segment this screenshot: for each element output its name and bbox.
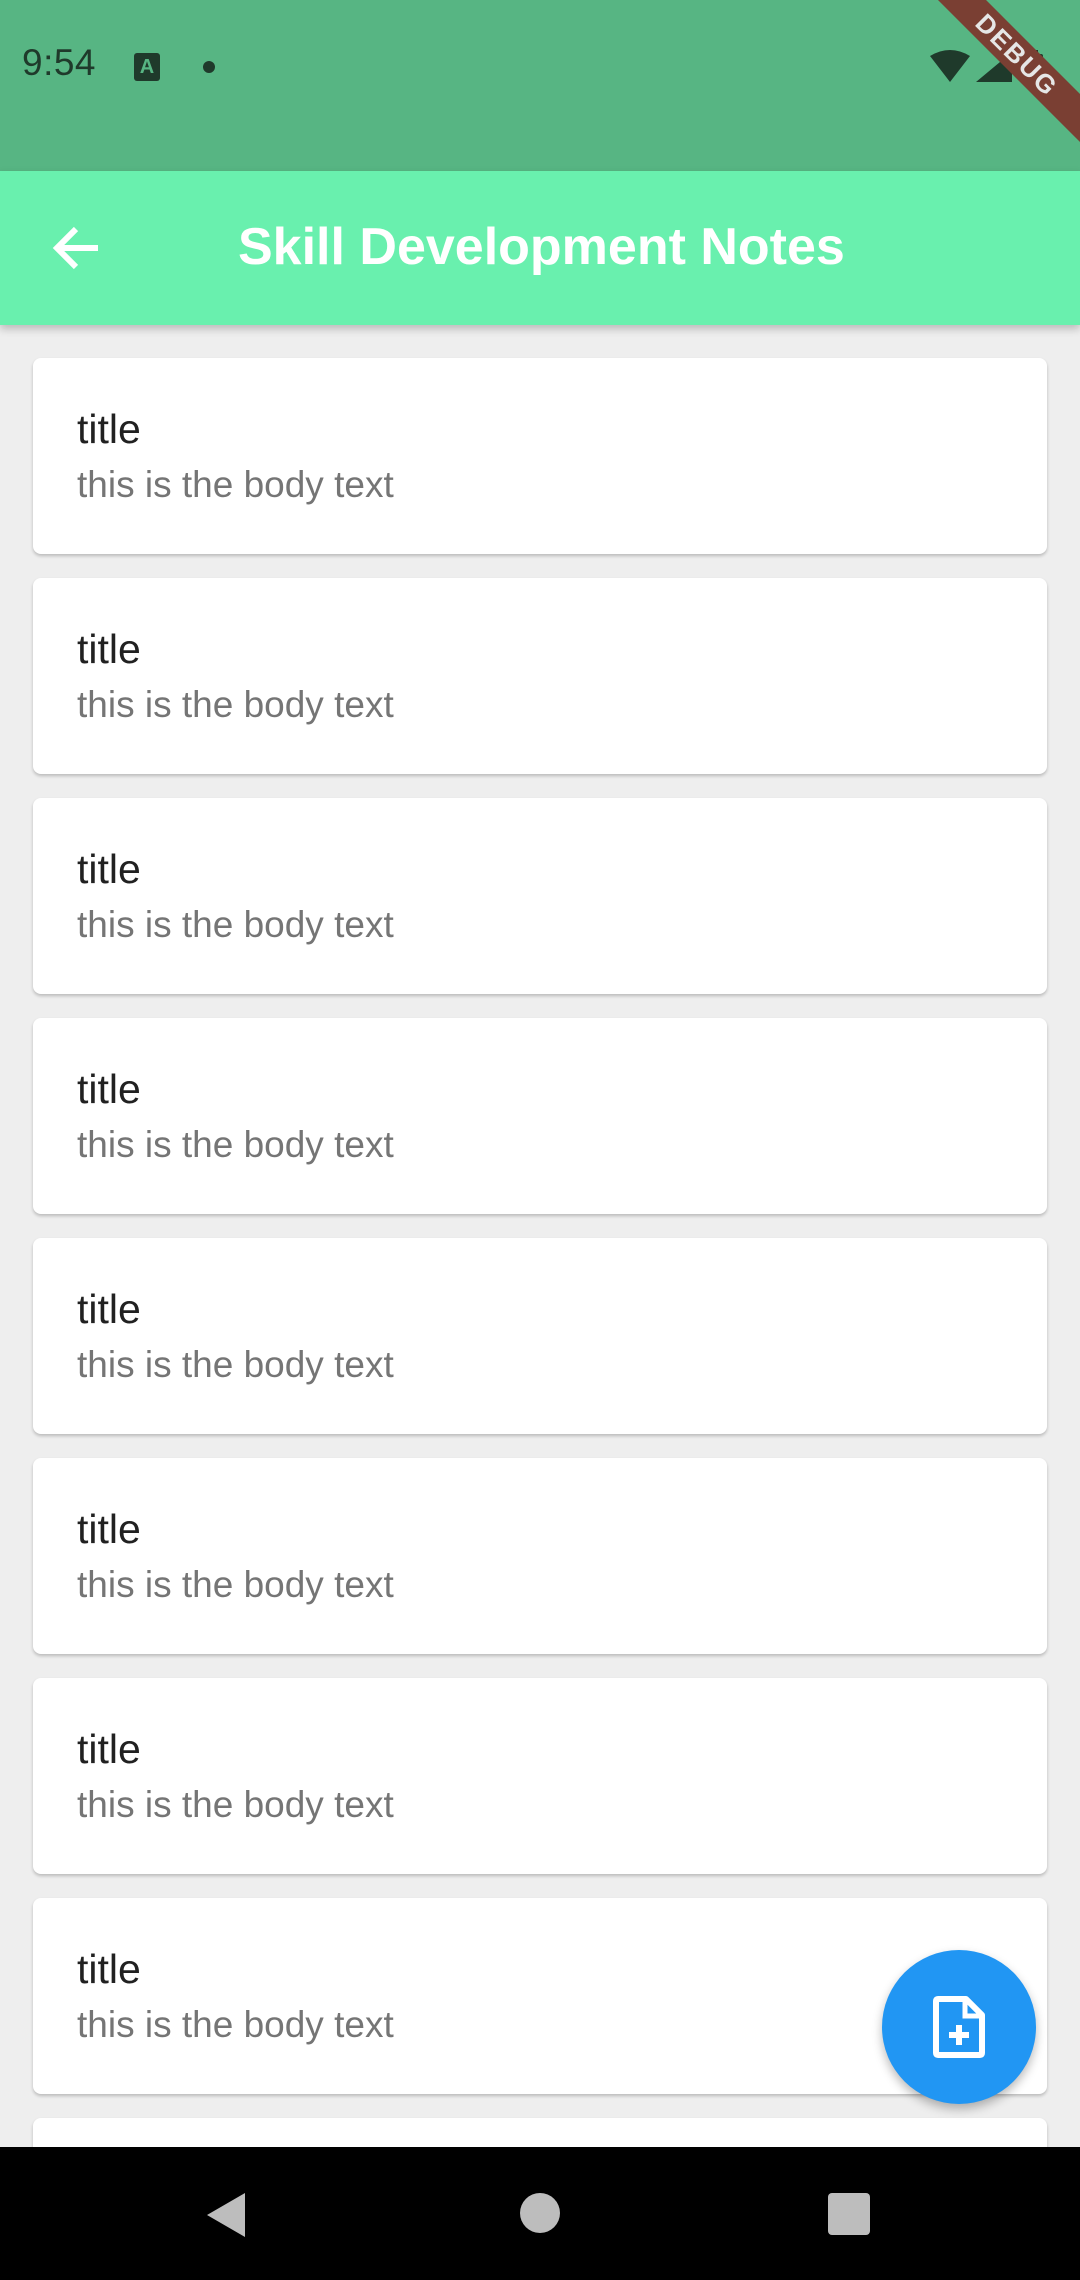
note-card[interactable]: title this is the body text [33, 1018, 1047, 1214]
note-add-icon [933, 1996, 985, 2058]
app-bar: Skill Development Notes [0, 171, 1080, 325]
note-title: title [77, 1066, 141, 1112]
nav-back-icon[interactable] [203, 2191, 249, 2239]
notes-list[interactable]: title this is the body text title this i… [0, 325, 1080, 2147]
status-time: 9:54 [22, 42, 97, 83]
arrow-left-icon [52, 226, 98, 270]
note-body: this is the body text [77, 904, 394, 945]
back-button[interactable] [36, 206, 120, 290]
note-card[interactable]: title this is the body text [33, 798, 1047, 994]
note-body: this is the body text [77, 1344, 394, 1385]
page-title: Skill Development Notes [238, 218, 845, 276]
note-card-partial[interactable] [33, 2118, 1047, 2147]
note-title: title [77, 1286, 141, 1332]
note-body: this is the body text [77, 1124, 394, 1165]
nav-recents-icon[interactable] [828, 2193, 870, 2235]
add-note-button[interactable] [882, 1950, 1036, 2104]
screen: 9:54 A DEBUG Skill Development Notes tit… [0, 0, 1080, 2280]
note-title: title [77, 406, 141, 452]
note-body: this is the body text [77, 2004, 394, 2045]
note-body: this is the body text [77, 464, 394, 505]
note-card[interactable]: title this is the body text [33, 358, 1047, 554]
note-title: title [77, 1946, 141, 1992]
note-card[interactable]: title this is the body text [33, 1678, 1047, 1874]
note-title: title [77, 1506, 141, 1552]
note-card[interactable]: title this is the body text [33, 1458, 1047, 1654]
note-body: this is the body text [77, 1784, 394, 1825]
status-bar: 9:54 A [0, 0, 1080, 171]
note-body: this is the body text [77, 684, 394, 725]
notification-a-icon: A [134, 53, 160, 81]
note-card[interactable]: title this is the body text [33, 578, 1047, 774]
note-title: title [77, 626, 141, 672]
system-nav-bar [0, 2147, 1080, 2280]
note-body: this is the body text [77, 1564, 394, 1605]
nav-home-icon[interactable] [520, 2193, 560, 2233]
wifi-icon [930, 50, 970, 82]
note-title: title [77, 846, 141, 892]
notification-dot-icon [203, 61, 215, 73]
note-title: title [77, 1726, 141, 1772]
note-card[interactable]: title this is the body text [33, 1238, 1047, 1434]
